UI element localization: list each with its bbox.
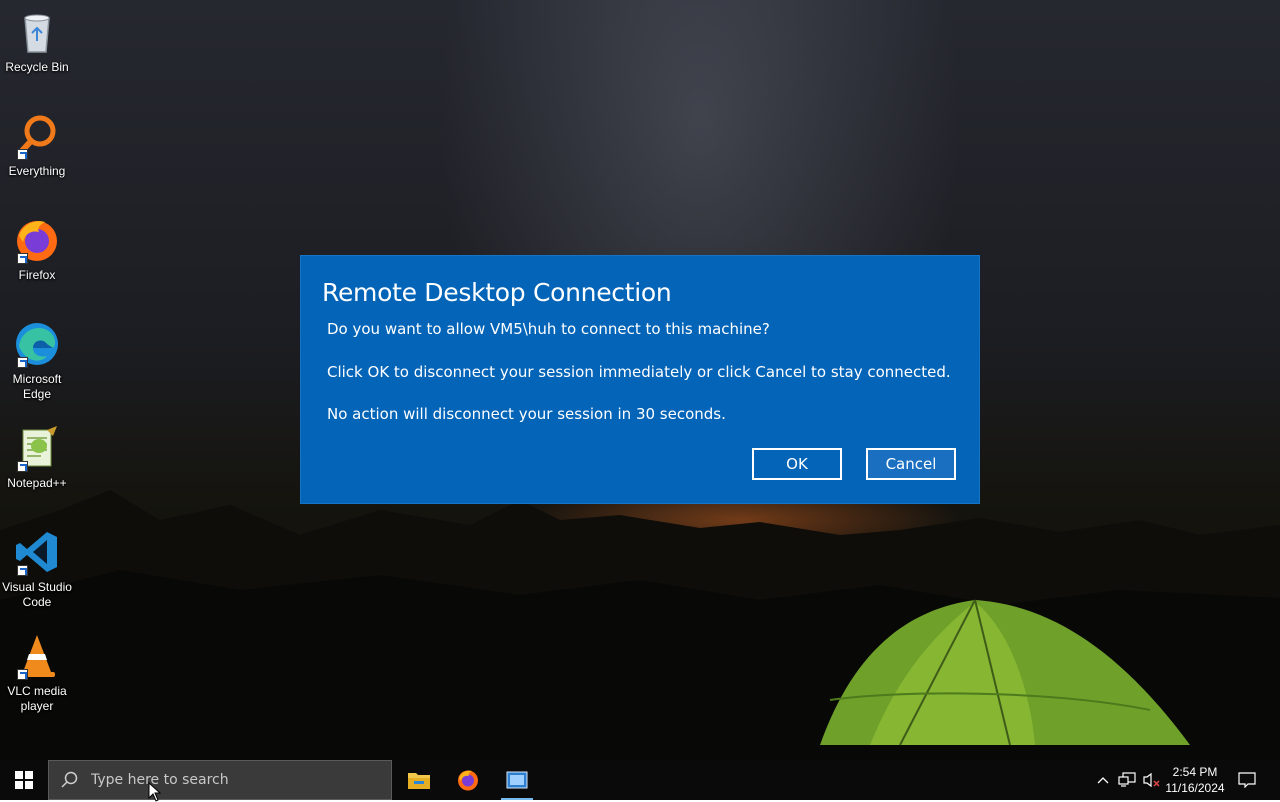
dialog-timeout-notice: No action will disconnect your session i… — [327, 405, 726, 423]
desktop-icon-label: Visual Studio Code — [2, 580, 72, 609]
desktop-icon-everything[interactable]: Everything — [2, 112, 72, 179]
start-button[interactable] — [0, 760, 48, 800]
desktop-icon-label: Microsoft Edge — [12, 372, 62, 401]
taskbar-search-box[interactable] — [48, 760, 392, 800]
action-center-icon — [1238, 772, 1256, 788]
desktop-icon-label: Everything — [8, 164, 66, 178]
network-icon — [1118, 772, 1136, 787]
file-explorer-icon — [408, 773, 430, 789]
volume-tray-button[interactable] — [1140, 760, 1162, 800]
taskbar-file-explorer[interactable] — [395, 760, 443, 800]
network-tray-button[interactable] — [1116, 760, 1138, 800]
cancel-button[interactable]: Cancel — [866, 448, 956, 480]
clock-time: 2:54 PM — [1172, 765, 1218, 779]
shortcut-arrow-icon — [17, 253, 28, 264]
chevron-up-icon — [1097, 777, 1109, 784]
action-center-button[interactable] — [1234, 760, 1260, 800]
windows-logo-icon — [15, 771, 33, 789]
desktop-icon-edge[interactable]: Microsoft Edge — [2, 320, 72, 402]
search-input[interactable] — [89, 771, 383, 789]
desktop-icon-label: Notepad++ — [7, 476, 67, 490]
desktop-icon-vlc[interactable]: VLC media player — [2, 632, 72, 714]
dialog-question: Do you want to allow VM5\huh to connect … — [327, 320, 770, 338]
dialog-title: Remote Desktop Connection — [322, 278, 672, 307]
recycle-bin-icon — [24, 14, 50, 53]
shortcut-arrow-icon — [17, 461, 28, 472]
mouse-cursor-icon — [148, 782, 162, 802]
shortcut-arrow-icon — [17, 149, 28, 160]
clock-date: 11/16/2024 — [1165, 781, 1225, 795]
dialog-instruction: Click OK to disconnect your session imme… — [327, 363, 951, 381]
desktop-icon-label: VLC media player — [7, 684, 67, 713]
ok-button[interactable]: OK — [752, 448, 842, 480]
taskbar-remote-desktop[interactable] — [493, 760, 541, 800]
remote-desktop-icon — [506, 771, 528, 789]
shortcut-arrow-icon — [17, 669, 28, 680]
firefox-icon — [458, 770, 478, 791]
show-hidden-icons-button[interactable] — [1094, 760, 1112, 800]
desktop-icon-recycle-bin[interactable]: Recycle Bin — [2, 8, 72, 75]
taskbar-firefox[interactable] — [444, 760, 492, 800]
desktop-icon-firefox[interactable]: Firefox — [2, 216, 72, 283]
taskbar-clock[interactable]: 2:54 PM 11/16/2024 — [1160, 760, 1230, 800]
desktop-icon-vscode[interactable]: Visual Studio Code — [2, 528, 72, 610]
desktop-icon-label: Recycle Bin — [5, 60, 69, 74]
shortcut-arrow-icon — [17, 565, 28, 576]
desktop-icon-label: Firefox — [18, 268, 56, 282]
desktop-icon-notepadpp[interactable]: Notepad++ — [2, 424, 72, 491]
shortcut-arrow-icon — [17, 357, 28, 368]
taskbar: 2:54 PM 11/16/2024 — [0, 760, 1280, 800]
volume-muted-icon — [1143, 772, 1160, 788]
remote-desktop-dialog: Remote Desktop Connection Do you want to… — [300, 255, 980, 504]
search-icon — [61, 771, 78, 788]
